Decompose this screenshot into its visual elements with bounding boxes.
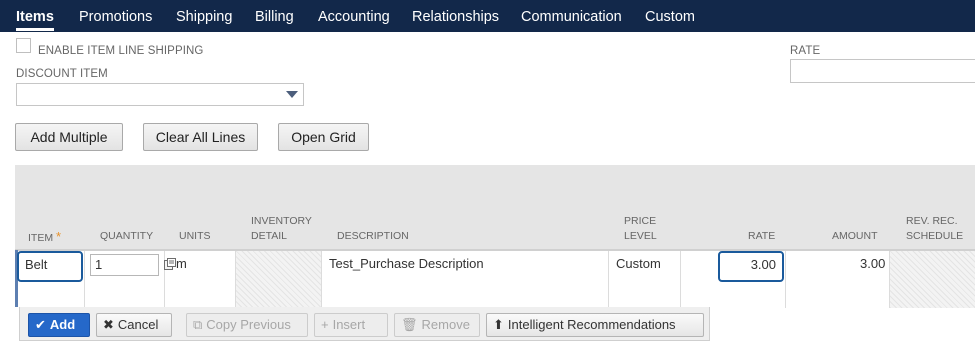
remove-line-button[interactable]: 🗑 Remove [394,313,480,337]
rate-label: RATE [790,45,821,57]
column-header-price-level[interactable]: PRICE LEVEL [624,214,657,244]
tab-promotions[interactable]: Promotions [79,0,152,32]
rate-value: 3.00 [750,257,776,272]
required-star-icon: * [56,229,62,244]
close-icon: ✖ [103,317,114,332]
arrow-up-icon: ⬆ [493,317,504,332]
column-header-price-level-line1: PRICE [624,215,657,227]
column-header-inventory-detail-line2: DETAIL [251,230,287,242]
copy-previous-button[interactable]: ⧉ Copy Previous [186,313,308,337]
tab-communication[interactable]: Communication [521,0,622,32]
column-header-amount[interactable]: AMOUNT [832,229,878,244]
price-level-value: Custom [616,256,661,271]
column-header-inventory-detail-line1: INVENTORY [251,215,312,227]
description-value: Test_Purchase Description [329,256,484,271]
column-header-price-level-line2: LEVEL [624,230,657,242]
tab-accounting[interactable]: Accounting [318,0,390,32]
tab-items[interactable]: Items [16,0,54,32]
tab-shipping[interactable]: Shipping [176,0,232,32]
copy-previous-label: Copy Previous [206,317,291,332]
column-header-description[interactable]: DESCRIPTION [337,229,409,244]
plus-icon: + [321,317,329,332]
cell-rev-rec-schedule [890,251,975,308]
cancel-line-button[interactable]: ✖ Cancel [96,313,172,337]
column-header-rev-rec-line1: REV. REC. [906,215,958,227]
discount-item-select[interactable] [16,83,304,106]
add-line-button[interactable]: ✔ Add [28,313,90,337]
column-header-units[interactable]: UNITS [179,229,211,244]
quantity-input[interactable]: 1 [90,254,159,276]
discount-item-label: DISCOUNT ITEM [16,68,108,80]
column-header-item[interactable]: ITEM * [28,229,61,246]
open-grid-button[interactable]: Open Grid [278,123,369,151]
column-header-inventory-detail[interactable]: INVENTORY DETAIL [251,214,312,244]
item-field-highlight[interactable]: Belt [17,251,83,282]
column-header-rev-rec-schedule[interactable]: REV. REC. SCHEDULE [906,214,963,244]
add-line-label: Add [49,317,76,332]
checkmark-icon: ✔ [35,317,46,332]
column-header-quantity[interactable]: QUANTITY [100,229,153,244]
units-value: m [176,256,187,271]
rate-field-highlight[interactable]: 3.00 [718,251,784,282]
subtab-bar: Items Promotions Shipping Billing Accoun… [0,0,975,32]
intelligent-recommendations-button[interactable]: ⬆ Intelligent Recommendations [486,313,704,337]
enable-item-line-shipping-checkbox[interactable] [16,38,31,53]
tab-custom[interactable]: Custom [645,0,695,32]
cell-inventory-detail [236,251,322,308]
add-multiple-button[interactable]: Add Multiple [15,123,123,151]
rate-input[interactable] [790,59,975,83]
item-line-edit-row [15,250,975,308]
insert-line-label: Insert [332,317,366,332]
remove-line-label: Remove [421,317,470,332]
column-header-rev-rec-line2: SCHEDULE [906,230,964,242]
column-header-item-label: ITEM [28,232,54,244]
insert-line-button[interactable]: + Insert [314,313,388,337]
tab-relationships[interactable]: Relationships [412,0,499,32]
cancel-line-label: Cancel [117,317,159,332]
chevron-down-icon[interactable] [286,91,298,98]
item-grid-header [15,165,975,250]
enable-item-line-shipping-label: ENABLE ITEM LINE SHIPPING [38,45,204,57]
intelligent-recommendations-label: Intelligent Recommendations [507,317,676,332]
popup-list-icon[interactable] [164,258,176,270]
item-value: Belt [25,257,48,272]
tab-billing[interactable]: Billing [255,0,294,32]
amount-value: 3.00 [860,256,886,271]
clear-all-lines-button[interactable]: Clear All Lines [143,123,258,151]
copy-icon: ⧉ [193,317,203,332]
column-header-rate[interactable]: RATE [748,229,775,244]
trash-icon: 🗑 [401,317,418,332]
